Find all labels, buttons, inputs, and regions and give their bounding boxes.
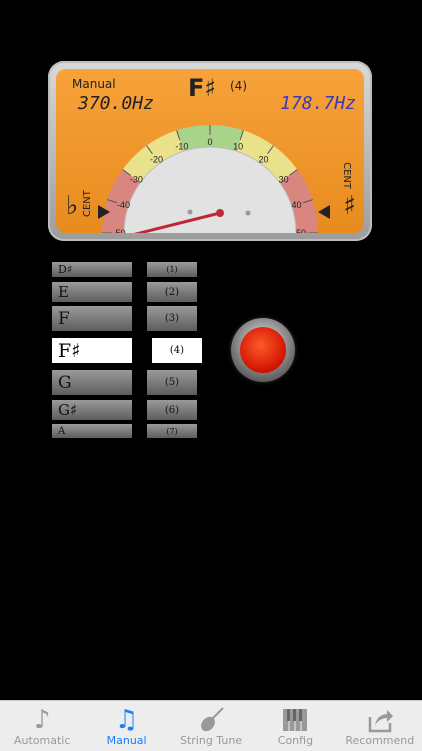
sharp-indicator-icon (318, 205, 330, 219)
measured-frequency: 178.7Hz (280, 93, 356, 114)
flat-indicator-icon (98, 205, 110, 219)
cent-label-right: CENT (341, 162, 352, 189)
tuner-meter: -50 -40 -30 -20 -10 0 10 20 30 40 50 Manual 370.0H… (48, 61, 372, 241)
octave-option-selected[interactable]: (4) (152, 338, 202, 363)
target-octave: (4) (230, 79, 247, 93)
gauge-tick-label: -50 (112, 228, 125, 233)
red-lamp-icon (240, 327, 286, 373)
note-option[interactable]: D♯ (52, 262, 132, 277)
note-option[interactable]: G (52, 370, 132, 395)
gauge-tick-label: -30 (130, 175, 143, 185)
gauge-tick-label: -20 (150, 154, 163, 164)
tab-manual[interactable]: ♫ Manual (84, 701, 168, 751)
tab-config[interactable]: Config (253, 701, 337, 751)
violin-icon (169, 705, 253, 735)
gauge-tick-label: 50 (296, 228, 306, 233)
gauge-tick-label: 10 (233, 141, 243, 151)
octave-option[interactable]: (3) (147, 306, 197, 331)
octave-option[interactable]: (6) (147, 400, 197, 420)
note-option[interactable]: G♯ (52, 400, 132, 420)
tab-string-tune[interactable]: String Tune (169, 701, 253, 751)
gauge-tick-label: -40 (117, 200, 130, 210)
tab-automatic[interactable]: ♪ Automatic (0, 701, 84, 751)
octave-option[interactable]: (1) (147, 262, 197, 277)
dial-screw (187, 209, 193, 215)
keyboard-icon (253, 705, 337, 735)
gauge-tick-label: 30 (279, 175, 289, 185)
note-option-selected[interactable]: F♯ (52, 338, 132, 363)
needle-hub (216, 209, 224, 217)
music-note-icon: ♪ (33, 705, 51, 735)
tab-recommend[interactable]: Recommend (338, 701, 422, 751)
tab-bar: ♪ Automatic ♫ Manual String Tune Config … (0, 700, 422, 751)
gauge-tick-label: -10 (175, 141, 188, 151)
sound-toggle-button[interactable] (231, 318, 295, 382)
target-note: F♯ (188, 74, 217, 102)
share-icon (338, 705, 422, 735)
gauge-tick-label: 20 (258, 154, 268, 164)
note-option[interactable]: F (52, 306, 132, 331)
cent-label-left: CENT (82, 190, 93, 217)
mode-label: Manual (72, 77, 116, 91)
flat-icon: ♭ (66, 191, 79, 221)
octave-option[interactable]: (2) (147, 282, 197, 302)
octave-option[interactable]: (7) (147, 424, 197, 438)
note-option[interactable]: A (52, 424, 132, 438)
music-notes-icon: ♫ (114, 705, 139, 735)
note-option[interactable]: E (52, 282, 132, 302)
meter-face: -50 -40 -30 -20 -10 0 10 20 30 40 50 Manual 370.0H… (56, 69, 364, 233)
dial-screw (245, 210, 251, 216)
octave-option[interactable]: (5) (147, 370, 197, 395)
reference-frequency: 370.0Hz (78, 93, 154, 114)
gauge-tick-label: 0 (207, 137, 212, 147)
gauge-tick-label: 40 (292, 200, 302, 210)
sharp-icon: ♯ (343, 191, 356, 221)
